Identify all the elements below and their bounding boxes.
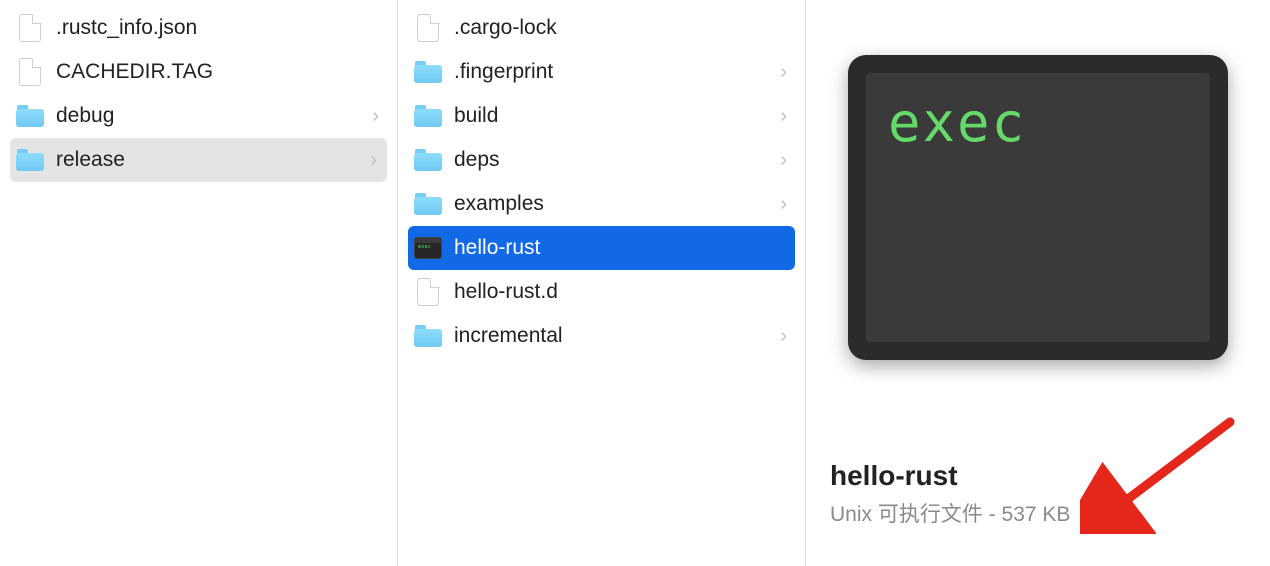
folder-label: incremental <box>454 324 780 348</box>
file-row[interactable]: CACHEDIR.TAG <box>0 50 397 94</box>
preview-metadata: hello-rust Unix 可执行文件 - 537 KB <box>830 460 1070 528</box>
file-row-hello-rust[interactable]: exec hello-rust <box>408 226 795 270</box>
folder-row[interactable]: incremental › <box>398 314 805 358</box>
folder-row-debug[interactable]: debug › <box>0 94 397 138</box>
preview-column: exec hello-rust Unix 可执行文件 - 537 KB <box>806 0 1270 566</box>
file-label: hello-rust.d <box>454 280 793 304</box>
folder-icon <box>414 58 442 86</box>
folder-row[interactable]: examples › <box>398 182 805 226</box>
column-release: .cargo-lock .fingerprint › build › deps … <box>398 0 806 566</box>
chevron-right-icon: › <box>780 105 793 128</box>
file-label: .rustc_info.json <box>56 16 385 40</box>
exec-badge-text: exec <box>888 91 1188 154</box>
chevron-right-icon: › <box>780 61 793 84</box>
chevron-right-icon: › <box>780 149 793 172</box>
file-label: hello-rust <box>454 236 791 260</box>
chevron-right-icon: › <box>780 325 793 348</box>
document-icon <box>16 14 44 42</box>
chevron-right-icon: › <box>370 149 383 172</box>
chevron-right-icon: › <box>780 193 793 216</box>
folder-icon <box>414 190 442 218</box>
folder-label: build <box>454 104 780 128</box>
preview-size: 537 KB <box>1002 503 1071 526</box>
file-label: CACHEDIR.TAG <box>56 60 385 84</box>
folder-label: deps <box>454 148 780 172</box>
column-target: .rustc_info.json CACHEDIR.TAG debug › re… <box>0 0 398 566</box>
folder-row[interactable]: build › <box>398 94 805 138</box>
folder-icon <box>414 102 442 130</box>
folder-row-release[interactable]: release › <box>10 138 387 182</box>
file-label: .cargo-lock <box>454 16 793 40</box>
folder-row[interactable]: .fingerprint › <box>398 50 805 94</box>
file-row[interactable]: .rustc_info.json <box>0 6 397 50</box>
folder-label: examples <box>454 192 780 216</box>
preview-filename: hello-rust <box>830 460 1070 492</box>
folder-label: .fingerprint <box>454 60 780 84</box>
annotation-arrow-icon <box>1080 414 1240 534</box>
document-icon <box>414 14 442 42</box>
file-row[interactable]: .cargo-lock <box>398 6 805 50</box>
folder-icon <box>414 146 442 174</box>
finder-columns: .rustc_info.json CACHEDIR.TAG debug › re… <box>0 0 1270 566</box>
folder-row[interactable]: deps › <box>398 138 805 182</box>
folder-label: release <box>56 148 370 172</box>
folder-icon <box>414 322 442 350</box>
file-row[interactable]: hello-rust.d <box>398 270 805 314</box>
preview-kind: Unix 可执行文件 <box>830 503 983 526</box>
folder-label: debug <box>56 104 372 128</box>
preview-thumbnail: exec <box>848 55 1228 360</box>
folder-icon <box>16 102 44 130</box>
chevron-right-icon: › <box>372 105 385 128</box>
preview-terminal: exec <box>866 73 1210 342</box>
folder-icon <box>16 146 44 174</box>
preview-separator: - <box>983 503 1002 526</box>
preview-kind-size: Unix 可执行文件 - 537 KB <box>830 498 1070 528</box>
exec-icon: exec <box>414 234 442 262</box>
document-icon <box>414 278 442 306</box>
document-icon <box>16 58 44 86</box>
